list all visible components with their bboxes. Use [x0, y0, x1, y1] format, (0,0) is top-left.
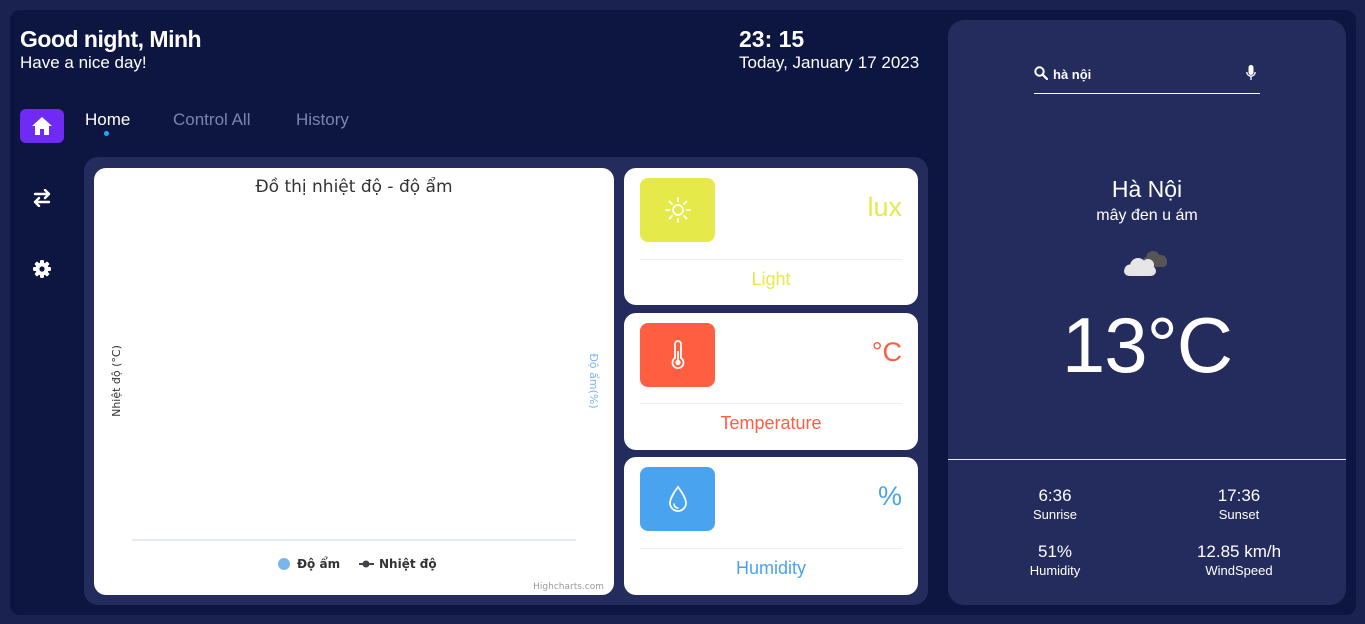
humidity-label: Humidity: [735, 558, 806, 578]
legend-temperature-label: Nhiệt độ: [379, 557, 437, 571]
swap-icon: [33, 189, 51, 207]
chart-card: Đồ thị nhiệt độ - độ ẩm Nhiệt độ (°C) Độ…: [94, 168, 614, 595]
temperature-card: °C Temperature: [624, 313, 918, 450]
tab-control-all[interactable]: Control All: [173, 110, 250, 130]
light-unit: lux: [867, 192, 902, 222]
tab-home[interactable]: Home: [85, 110, 130, 130]
humidity-unit: %: [877, 481, 902, 511]
windspeed-value: 12.85 km/h: [1196, 542, 1282, 561]
settings-button[interactable]: [30, 257, 54, 281]
greeting-title: Good night, Minh: [20, 26, 202, 52]
legend-humidity[interactable]: Độ ẩm: [278, 556, 340, 571]
chart-ylabel-left: Nhiệt độ (°C): [110, 345, 123, 417]
cloud-icon: [1124, 251, 1167, 276]
humidity-card: % Humidity: [624, 457, 918, 595]
active-tab-indicator: [104, 131, 109, 136]
temperature-icon-box: [640, 323, 715, 387]
home-button[interactable]: [20, 109, 64, 143]
stat-sunrise: 6:36 Sunrise: [970, 486, 1140, 522]
windspeed-label: WindSpeed: [1205, 563, 1273, 578]
light-label: Light: [751, 269, 791, 289]
sunset-value: 17:36: [1217, 486, 1261, 505]
humidity-value: 51%: [1037, 542, 1073, 561]
chart-ylabel-right: Độ ẩm(%): [587, 353, 600, 408]
home-icon: [32, 117, 52, 135]
city-search: [1034, 60, 1260, 94]
gear-icon: [33, 260, 51, 278]
weather-city: Hà Nội: [1111, 176, 1183, 202]
city-search-input[interactable]: [1053, 64, 1233, 84]
temperature-humidity-chart: Đồ thị nhiệt độ - độ ẩm Nhiệt độ (°C) Độ…: [110, 176, 604, 592]
sun-icon: [664, 197, 691, 223]
chart-credits: Highcharts.com: [533, 582, 604, 592]
stat-sunset: 17:36 Sunset: [1154, 486, 1324, 522]
weather-description: mây đen u ám: [1096, 207, 1198, 224]
humidity-divider: [640, 548, 902, 549]
greeting-subtitle: Have a nice day!: [20, 53, 147, 72]
clock-time: 23: 15: [739, 26, 805, 52]
search-icon[interactable]: [1034, 66, 1048, 80]
light-divider: [640, 259, 902, 260]
legend-humidity-label: Độ ẩm: [297, 556, 340, 571]
temperature-label: Temperature: [720, 413, 822, 433]
swap-button[interactable]: [30, 186, 54, 210]
thermometer-icon: [671, 340, 684, 369]
stat-humidity: 51% Humidity: [970, 542, 1140, 578]
stat-windspeed: 12.85 km/h WindSpeed: [1154, 542, 1324, 578]
legend-temperature[interactable]: Nhiệt độ: [359, 557, 437, 571]
sunset-label: Sunset: [1218, 507, 1260, 522]
microphone-icon[interactable]: [1246, 65, 1256, 81]
light-icon-box: [640, 178, 715, 242]
sunrise-value: 6:36: [1038, 486, 1072, 505]
weather-divider: [948, 459, 1346, 460]
weather-temperature: 13°C: [1061, 301, 1233, 389]
chart-title: Đồ thị nhiệt độ - độ ẩm: [255, 176, 452, 197]
legend-temperature-symbol: [362, 560, 370, 568]
temperature-unit: °C: [871, 337, 902, 367]
sunrise-label: Sunrise: [1032, 507, 1078, 522]
humidity-stat-label: Humidity: [1029, 563, 1081, 578]
temperature-divider: [640, 403, 902, 404]
humidity-icon-box: [640, 467, 715, 531]
tab-history[interactable]: History: [296, 110, 349, 130]
legend-humidity-symbol: [278, 558, 290, 570]
light-card: lux Light: [624, 168, 918, 305]
clock-date: Today, January 17 2023: [739, 53, 920, 72]
droplet-icon: [668, 485, 687, 512]
